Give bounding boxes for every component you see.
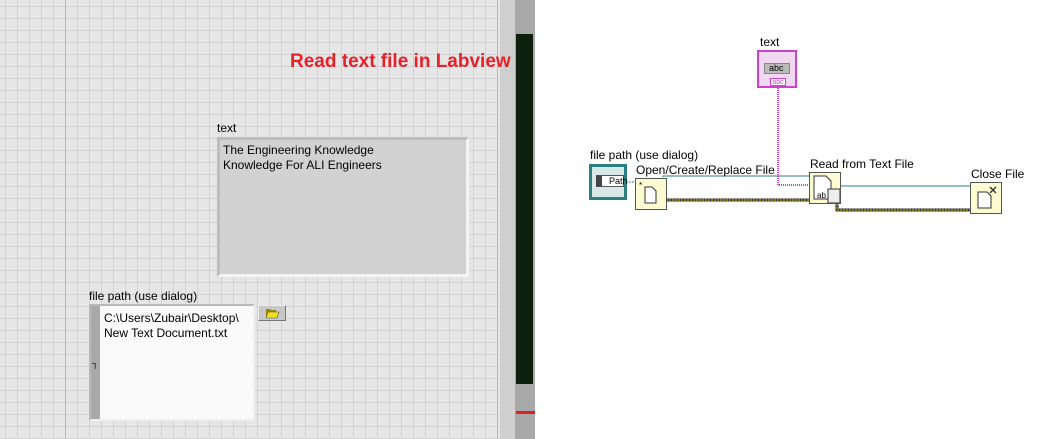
text-terminal-glyph: abc xyxy=(764,63,790,74)
path-terminal-label: file path (use dialog) xyxy=(590,148,699,162)
wires xyxy=(626,88,970,212)
path-terminal-glyph: Path xyxy=(596,175,628,187)
text-terminal-label: text xyxy=(760,35,780,49)
node-label: Open/Create/Replace File xyxy=(636,163,775,177)
string-type-badge: abc xyxy=(770,78,786,86)
open-file-icon: * xyxy=(639,181,657,204)
svg-text:*: * xyxy=(639,181,642,190)
text-terminal[interactable]: abc abc xyxy=(757,50,797,88)
node-label: Read from Text File xyxy=(810,157,914,171)
node-label: Close File xyxy=(971,167,1025,181)
read-text-file-icon: ab xyxy=(813,175,841,204)
close-file-node[interactable] xyxy=(970,182,1002,214)
svg-text:ab: ab xyxy=(817,191,826,200)
string-wire xyxy=(777,88,809,186)
error-wire xyxy=(835,201,970,212)
close-file-icon xyxy=(977,186,997,209)
path-terminal[interactable]: Path xyxy=(589,164,628,200)
open-create-replace-file-node[interactable]: * xyxy=(635,178,667,210)
read-from-text-file-node[interactable]: ab xyxy=(809,172,841,204)
